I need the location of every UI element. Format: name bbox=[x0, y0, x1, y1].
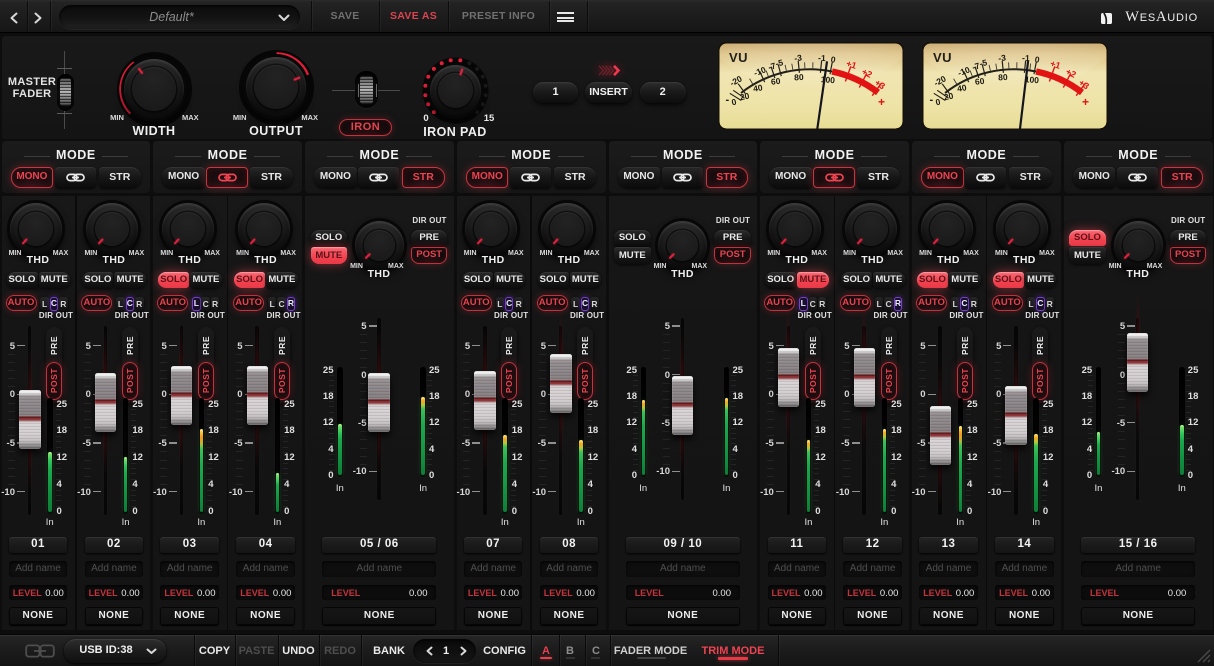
svg-text:80: 80 bbox=[998, 72, 1008, 82]
svg-text:-3: -3 bbox=[998, 52, 1007, 63]
svg-text:+: + bbox=[1082, 95, 1089, 109]
svg-text:80: 80 bbox=[794, 72, 804, 82]
svg-text:60: 60 bbox=[770, 76, 781, 87]
svg-text:40: 40 bbox=[752, 82, 763, 93]
svg-text:VU: VU bbox=[729, 50, 748, 65]
svg-text:-: - bbox=[930, 94, 934, 106]
svg-text:60: 60 bbox=[974, 76, 985, 87]
svg-text:-1: -1 bbox=[818, 53, 826, 63]
svg-text:-3: -3 bbox=[794, 52, 803, 63]
svg-text:+: + bbox=[878, 95, 885, 109]
svg-text:-: - bbox=[726, 94, 730, 106]
svg-text:40: 40 bbox=[956, 82, 967, 93]
svg-text:VU: VU bbox=[933, 50, 952, 65]
